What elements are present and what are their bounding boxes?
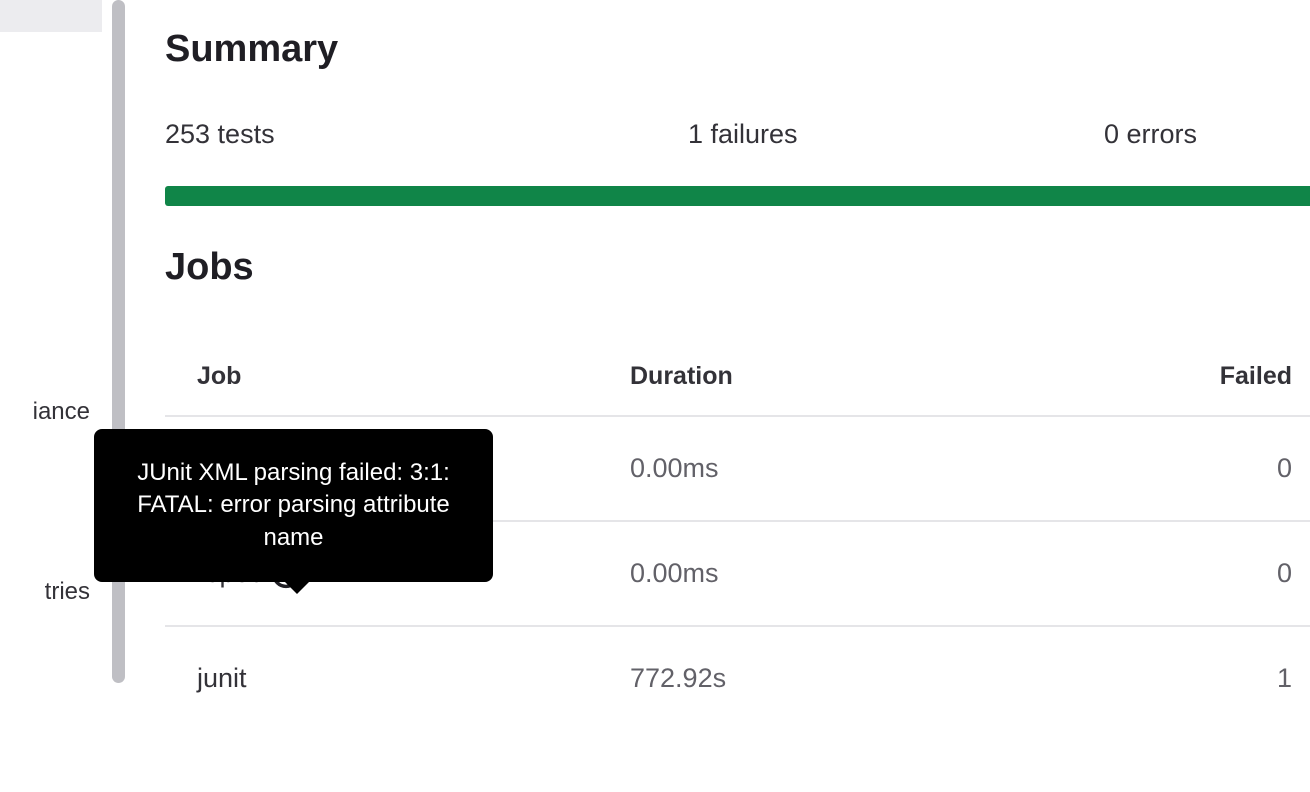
jobs-heading: Jobs — [165, 246, 1310, 289]
sidebar-item-registries[interactable]: tries — [0, 578, 102, 606]
job-name-cell: junit — [165, 663, 630, 694]
tooltip: JUnit XML parsing failed: 3:1: FATAL: er… — [94, 429, 493, 582]
summary-errors: 0 errors — [1104, 119, 1197, 150]
jobs-header-job: Job — [165, 362, 630, 391]
sidebar: iance tries — [0, 0, 102, 792]
tooltip-text: JUnit XML parsing failed: 3:1: FATAL: er… — [137, 459, 450, 551]
sidebar-item-compliance[interactable]: iance — [0, 398, 102, 426]
job-failed-cell: 0 — [1185, 558, 1310, 589]
job-failed-cell: 0 — [1185, 453, 1310, 484]
jobs-header-failed: Failed — [1185, 362, 1310, 391]
job-duration-cell: 772.92s — [630, 663, 1185, 694]
jobs-header-duration: Duration — [630, 362, 1185, 391]
summary-heading: Summary — [165, 28, 1310, 71]
job-duration-cell: 0.00ms — [630, 558, 1185, 589]
summary-progress-bar — [165, 186, 1310, 206]
summary-failures: 1 failures — [688, 119, 1104, 150]
table-row[interactable]: junit 772.92s 1 — [165, 627, 1310, 730]
sidebar-active-bg — [0, 0, 102, 32]
summary-tests: 253 tests — [165, 119, 688, 150]
sidebar-item-label: tries — [45, 578, 90, 605]
main-content: Summary 253 tests 1 failures 0 errors Jo… — [165, 28, 1310, 792]
scrollbar[interactable] — [104, 0, 130, 792]
sidebar-item-label: iance — [33, 398, 90, 425]
job-name: junit — [197, 663, 247, 694]
job-failed-cell: 1 — [1185, 663, 1310, 694]
job-duration-cell: 0.00ms — [630, 453, 1185, 484]
summary-stats: 253 tests 1 failures 0 errors — [165, 119, 1310, 150]
jobs-table-header: Job Duration Failed — [165, 344, 1310, 417]
